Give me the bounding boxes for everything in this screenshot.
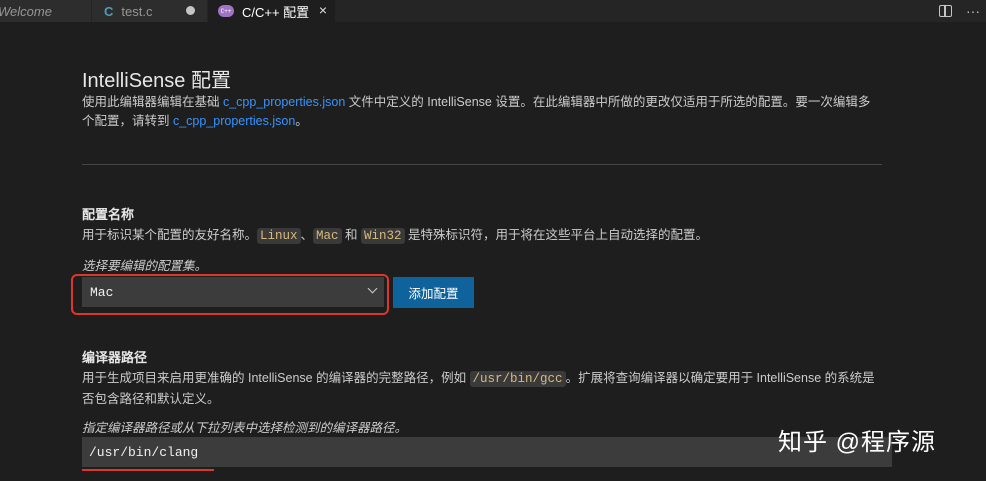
config-name-title: 配置名称 <box>82 207 135 222</box>
tab-welcome[interactable]: Welcome <box>0 0 92 22</box>
page-title: IntelliSense 配置 <box>82 70 231 92</box>
tab-label: Welcome <box>0 3 52 19</box>
config-icon: C++ <box>218 5 234 17</box>
tab-test-c[interactable]: C test.c <box>92 0 208 22</box>
compiler-path-value: /usr/bin/clang <box>89 444 199 460</box>
properties-link[interactable]: c_cpp_properties.json <box>223 95 345 109</box>
divider <box>82 164 882 165</box>
editor-tab-bar: Welcome C test.c C++ C/C++ 配置 × ··· <box>0 0 986 22</box>
compiler-path-hint: 指定编译器路径或从下拉列表中选择检测到的编译器路径。 <box>82 421 408 435</box>
split-editor-icon[interactable] <box>939 5 952 17</box>
tab-label: test.c <box>121 3 153 19</box>
tab-label: C/C++ 配置 <box>242 4 310 20</box>
keyword-mac: Mac <box>313 228 342 244</box>
editor-actions: ··· <box>939 0 986 22</box>
keyword-gcc-path: /usr/bin/gcc <box>469 371 566 387</box>
unsaved-dot-icon[interactable] <box>186 6 195 15</box>
chevron-down-icon <box>367 283 378 294</box>
more-actions-icon[interactable]: ··· <box>966 3 980 19</box>
config-select[interactable]: Mac <box>82 277 384 307</box>
page-description: 使用此编辑器编辑在基础 c_cpp_properties.json 文件中定义的… <box>82 95 871 128</box>
config-select-value: Mac <box>90 284 114 300</box>
add-config-button[interactable]: 添加配置 <box>393 277 474 308</box>
config-name-description: 用于标识某个配置的友好名称。 Linux、 Mac 和 Win32 是特殊标识符，用… <box>82 228 709 244</box>
keyword-win32: Win32 <box>361 228 405 244</box>
properties-link[interactable]: c_cpp_properties.json <box>173 114 295 128</box>
tab-cpp-config[interactable]: C++ C/C++ 配置 × <box>208 0 336 22</box>
compiler-path-input[interactable]: /usr/bin/clang <box>82 437 892 467</box>
close-icon[interactable]: × <box>319 2 327 18</box>
keyword-linux: Linux <box>257 228 301 244</box>
config-select-hint: 选择要编辑的配置集。 <box>82 259 208 273</box>
compiler-path-description: 用于生成项目来启用更准确的 IntelliSense 的编译器的完整路径，例如 … <box>82 371 875 406</box>
compiler-path-title: 编译器路径 <box>82 350 148 365</box>
watermark: 知乎 @程序源 <box>778 429 937 456</box>
c-file-icon: C <box>104 3 114 19</box>
highlight-underline <box>82 469 214 471</box>
